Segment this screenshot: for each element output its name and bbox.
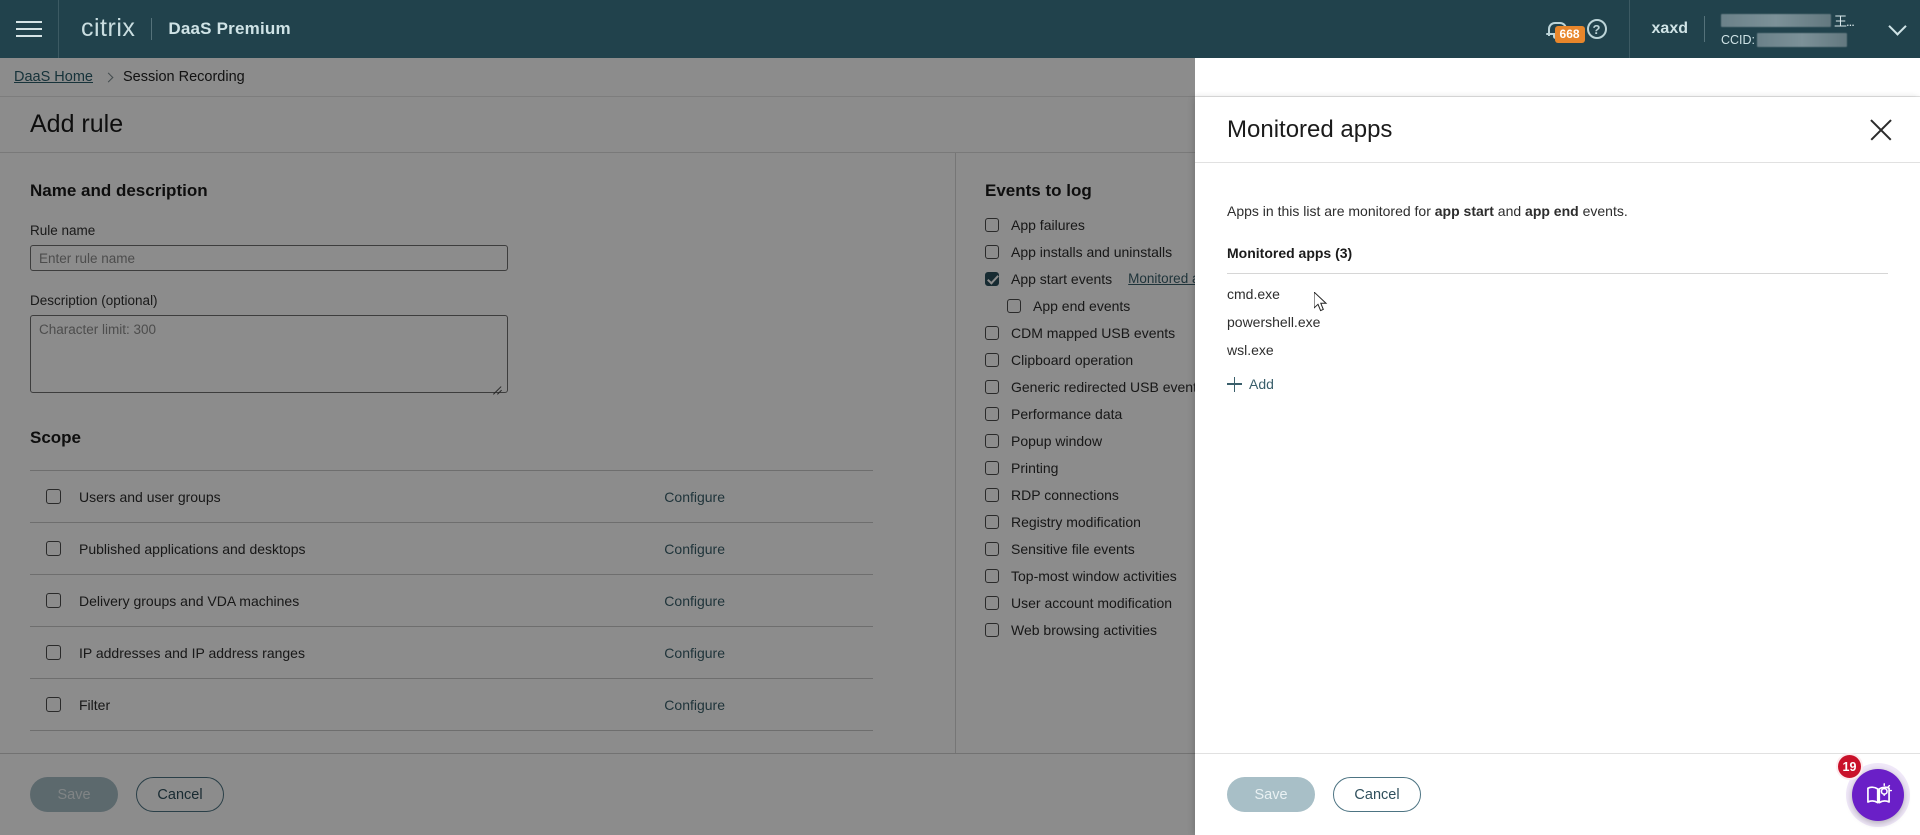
customer-name-tail: 王... xyxy=(1834,14,1855,29)
panel-footer: Save Cancel xyxy=(1195,753,1920,835)
customer-name-row: 王... xyxy=(1721,11,1871,30)
ccid-row: CCID: xyxy=(1721,33,1871,47)
add-app-button[interactable]: Add xyxy=(1227,376,1274,392)
panel-cancel-button[interactable]: Cancel xyxy=(1333,777,1421,812)
book-idea-icon xyxy=(1866,782,1892,804)
panel-description-mid: and xyxy=(1493,203,1526,219)
help-fab-container: 19 xyxy=(1834,751,1910,827)
modal-backdrop[interactable] xyxy=(0,58,1195,835)
close-icon[interactable] xyxy=(1864,113,1898,147)
monitored-apps-list: cmd.exe powershell.exe wsl.exe xyxy=(1227,274,1888,358)
user-separator xyxy=(1704,16,1705,42)
top-navigation-bar: citrix DaaS Premium 668 ? xaxd 王... CCID… xyxy=(0,0,1920,58)
citrix-logo: citrix xyxy=(81,13,136,42)
app-root: citrix DaaS Premium 668 ? xaxd 王... CCID… xyxy=(0,0,1920,835)
brand-separator xyxy=(151,18,153,40)
hamburger-menu-icon[interactable] xyxy=(0,0,58,58)
notification-badge: 668 xyxy=(1554,25,1585,43)
user-name: xaxd xyxy=(1651,20,1688,37)
panel-title: Monitored apps xyxy=(1227,115,1393,143)
panel-description: Apps in this list are monitored for app … xyxy=(1227,203,1888,219)
panel-description-bold-app-end: app end xyxy=(1525,203,1579,219)
add-app-label: Add xyxy=(1249,376,1274,392)
monitored-apps-count-heading: Monitored apps (3) xyxy=(1227,245,1353,261)
plus-icon xyxy=(1227,376,1242,392)
ccid-label: CCID: xyxy=(1721,33,1756,47)
panel-description-bold-app-start: app start xyxy=(1434,203,1494,219)
brand-block: citrix DaaS Premium xyxy=(59,13,291,44)
panel-description-suffix: events. xyxy=(1578,203,1628,219)
panel-body: Apps in this list are monitored for app … xyxy=(1195,163,1920,753)
panel-description-prefix: Apps in this list are monitored for xyxy=(1227,203,1435,219)
guide-fab-button[interactable] xyxy=(1852,769,1904,821)
topbar-right-cluster: 668 ? xaxd 王... CCID: xyxy=(1533,0,1920,58)
product-name: DaaS Premium xyxy=(168,19,291,38)
notifications-button[interactable]: 668 xyxy=(1533,20,1585,43)
chevron-down-icon[interactable] xyxy=(1888,17,1907,36)
mouse-cursor xyxy=(1313,290,1328,313)
customer-block: 王... CCID: xyxy=(1721,11,1871,47)
customer-name-redacted xyxy=(1721,14,1831,27)
monitored-app-item[interactable]: wsl.exe xyxy=(1227,330,1888,358)
ccid-value-redacted xyxy=(1757,33,1848,47)
panel-save-button[interactable]: Save xyxy=(1227,777,1315,812)
monitored-apps-panel: Monitored apps Apps in this list are mon… xyxy=(1195,97,1920,835)
panel-header: Monitored apps xyxy=(1195,97,1920,163)
fab-badge-count: 19 xyxy=(1836,753,1863,780)
account-menu[interactable]: xaxd 王... CCID: xyxy=(1630,11,1920,47)
help-icon[interactable]: ? xyxy=(1586,19,1607,39)
